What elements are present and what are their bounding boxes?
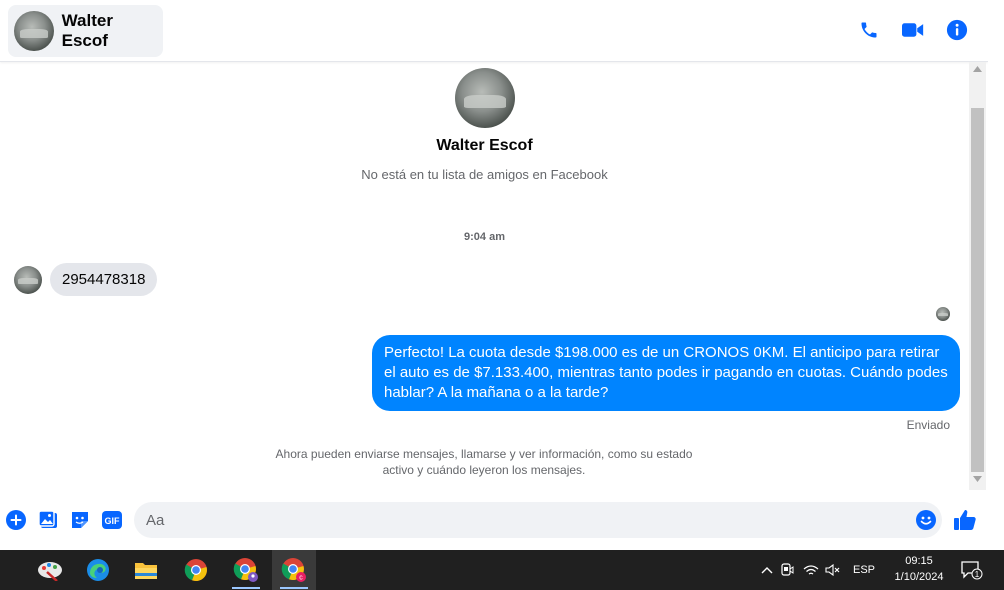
notification-center-icon[interactable]: 1: [956, 550, 988, 590]
meet-now-icon[interactable]: [774, 563, 800, 577]
chrome-profile-icon[interactable]: [224, 550, 268, 590]
message-status: Enviado: [906, 418, 950, 432]
header-actions: [858, 18, 968, 42]
chat-header: Walter Escof: [0, 0, 988, 62]
privacy-notice: Ahora pueden enviarse mensajes, llamarse…: [275, 447, 693, 477]
profile-subtitle: No está en tu lista de amigos en Faceboo…: [361, 167, 608, 182]
svg-text:c: c: [299, 575, 303, 582]
messenger-window: Walter Escof Walter Escof No está en tu …: [0, 0, 1004, 550]
taskbar-clock[interactable]: 09:15 1/10/2024: [886, 553, 952, 585]
paint-icon[interactable]: [28, 550, 72, 590]
composer-actions: GIF: [6, 510, 122, 530]
info-icon[interactable]: [946, 18, 968, 42]
emoji-icon[interactable]: [916, 510, 936, 530]
message-input-wrapper: [134, 502, 942, 538]
file-explorer-icon[interactable]: [124, 550, 168, 590]
phone-icon[interactable]: [858, 18, 880, 42]
chevron-up-icon[interactable]: [760, 566, 774, 574]
system-tray: ESP: [760, 550, 884, 590]
notification-count: 1: [975, 570, 980, 579]
window-edge: [988, 0, 1004, 550]
incoming-message-bubble[interactable]: 2954478318: [50, 263, 158, 296]
contact-name: Walter Escof: [61, 11, 113, 50]
outgoing-message-bubble[interactable]: Perfecto! La cuota desde $198.000 es de …: [372, 335, 960, 411]
message-composer: GIF: [0, 496, 988, 548]
incoming-message-row: 2954478318: [14, 263, 158, 296]
speaker-muted-icon[interactable]: [822, 564, 844, 576]
add-icon[interactable]: [6, 510, 26, 530]
gif-icon[interactable]: GIF: [102, 510, 122, 530]
seen-indicator-avatar: [936, 307, 950, 321]
clock-date: 1/10/2024: [894, 571, 944, 583]
like-icon[interactable]: [953, 508, 977, 532]
contact-avatar: [14, 11, 54, 51]
message-timestamp: 9:04 am: [464, 231, 505, 243]
profile-section: Walter Escof No está en tu lista de amig…: [0, 68, 969, 182]
profile-avatar[interactable]: [454, 68, 515, 128]
wifi-icon[interactable]: [800, 564, 822, 576]
video-camera-icon[interactable]: [902, 18, 924, 42]
language-indicator[interactable]: ESP: [844, 564, 884, 576]
scrollbar-thumb[interactable]: [971, 108, 984, 472]
profile-name: Walter Escof: [436, 137, 533, 154]
edge-icon[interactable]: [76, 550, 120, 590]
clock-time: 09:15: [905, 555, 933, 567]
sender-avatar[interactable]: [14, 265, 42, 294]
contact-info-button[interactable]: Walter Escof: [8, 5, 163, 57]
windows-taskbar: c ESP 09:15 1/10/2024 1: [0, 550, 1004, 590]
chrome-profile-c-icon[interactable]: c: [272, 550, 316, 590]
message-input[interactable]: [146, 502, 906, 538]
chat-scrollbar[interactable]: [969, 62, 986, 490]
start-icon[interactable]: [0, 550, 10, 590]
chrome-icon[interactable]: [174, 550, 218, 590]
scroll-up-arrow-icon[interactable]: [969, 66, 986, 78]
sticker-icon[interactable]: [70, 510, 90, 530]
gif-label: GIF: [105, 516, 121, 526]
scroll-down-arrow-icon[interactable]: [969, 476, 986, 488]
photo-icon[interactable]: [38, 510, 58, 530]
